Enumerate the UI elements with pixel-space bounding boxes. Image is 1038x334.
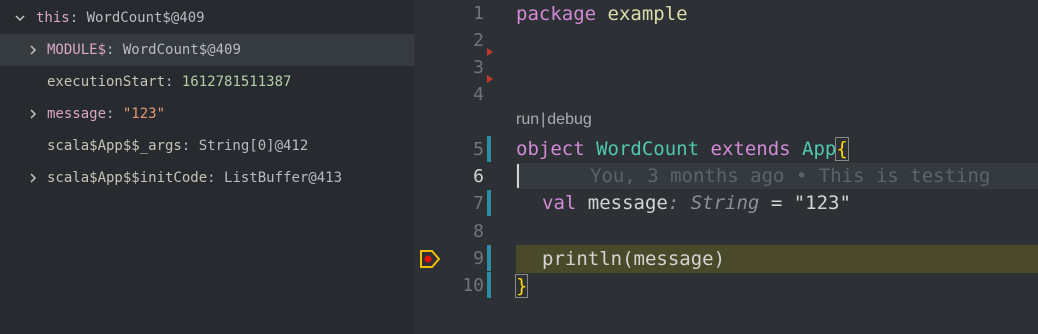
- keyword: package: [516, 3, 597, 25]
- variable-value: WordCount$@409: [122, 42, 241, 58]
- code-line-1[interactable]: package example: [516, 0, 688, 28]
- debug-window: this: WordCount$@409 MODULE$: WordCount$…: [0, 0, 1038, 334]
- variable-name: this: [36, 10, 70, 26]
- statement: println(message): [542, 248, 726, 270]
- line-number: 5: [473, 139, 484, 160]
- run-codelens-link[interactable]: run: [516, 111, 539, 128]
- type-name: WordCount: [596, 138, 700, 160]
- variable-name: scala$App$$initCode: [47, 170, 208, 186]
- string-literal: "123": [793, 192, 851, 214]
- variable-row-args[interactable]: scala$App$$_args: String[0]@412: [0, 130, 414, 162]
- variable-separator: :: [106, 106, 123, 122]
- open-brace: {: [835, 137, 849, 161]
- debug-codelens-link[interactable]: debug: [547, 111, 592, 128]
- keyword: val: [542, 192, 577, 214]
- deleted-lines-marker-icon[interactable]: [487, 48, 493, 56]
- variable-value: WordCount$@409: [86, 10, 205, 26]
- variable-value: String[0]@412: [198, 138, 309, 154]
- variable-name: MODULE$: [47, 42, 107, 58]
- variable-row-module[interactable]: MODULE$: WordCount$@409: [0, 34, 414, 66]
- variable-row-this[interactable]: this: WordCount$@409: [0, 2, 414, 34]
- variable-value: ListBuffer@413: [224, 170, 343, 186]
- variable-separator: :: [207, 170, 225, 186]
- variable-separator: :: [165, 74, 182, 90]
- identifier: example: [607, 3, 688, 25]
- breakpoint-current-icon[interactable]: [420, 250, 441, 268]
- variable-value: "123": [122, 106, 166, 122]
- code-line-5[interactable]: object WordCount extends App{: [516, 135, 849, 163]
- variable-name: executionStart: [47, 74, 166, 90]
- chevron-right-icon[interactable]: [25, 42, 41, 58]
- variable-row-message[interactable]: message: "123": [0, 98, 414, 130]
- variable-separator: :: [69, 10, 87, 26]
- inlay-type-hint: : String: [667, 192, 760, 214]
- line-number-active: 6: [473, 166, 484, 187]
- deleted-lines-marker-icon[interactable]: [487, 75, 493, 83]
- git-blame-annotation: You, 3 months ago • This is testing: [590, 165, 991, 187]
- variables-panel: this: WordCount$@409 MODULE$: WordCount$…: [0, 0, 414, 334]
- line-number: 7: [473, 193, 484, 214]
- line-number: 4: [473, 84, 484, 105]
- keyword: extends: [710, 138, 791, 160]
- variable-value: 1612781511387: [181, 74, 292, 90]
- code-line-10[interactable]: }: [514, 272, 529, 300]
- change-bar[interactable]: [487, 245, 491, 271]
- variable-name: message: [47, 106, 107, 122]
- line-number: 10: [462, 275, 484, 296]
- type-name: App: [802, 138, 837, 160]
- codelens-separator: |: [541, 111, 546, 128]
- identifier: message: [587, 192, 668, 214]
- variable-name: scala$App$$_args: [47, 138, 182, 154]
- line-number: 1: [473, 3, 484, 24]
- code-editor[interactable]: 1 2 3 4 5 6 7 8 9 10 package example run…: [414, 0, 1038, 334]
- variable-row-executionstart[interactable]: executionStart: 1612781511387: [0, 66, 414, 98]
- line-number: 8: [473, 221, 484, 242]
- change-bar[interactable]: [487, 136, 491, 162]
- line-number: 2: [473, 30, 484, 51]
- change-bar[interactable]: [487, 272, 491, 298]
- variable-row-initcode[interactable]: scala$App$$initCode: ListBuffer@413: [0, 162, 414, 194]
- text-cursor: [517, 164, 519, 188]
- change-bar[interactable]: [487, 190, 491, 216]
- code-line-9[interactable]: println(message): [542, 245, 725, 273]
- chevron-right-icon[interactable]: [25, 170, 41, 186]
- code-line-7[interactable]: val message: String = "123": [542, 189, 851, 217]
- variable-separator: :: [181, 138, 199, 154]
- keyword: object: [516, 138, 585, 160]
- variable-separator: :: [106, 42, 123, 58]
- close-brace: }: [514, 274, 529, 298]
- line-number: 3: [473, 57, 484, 78]
- chevron-right-icon[interactable]: [25, 106, 41, 122]
- codelens: run | debug: [516, 111, 592, 129]
- operator: =: [759, 192, 794, 214]
- chevron-down-icon[interactable]: [12, 10, 28, 26]
